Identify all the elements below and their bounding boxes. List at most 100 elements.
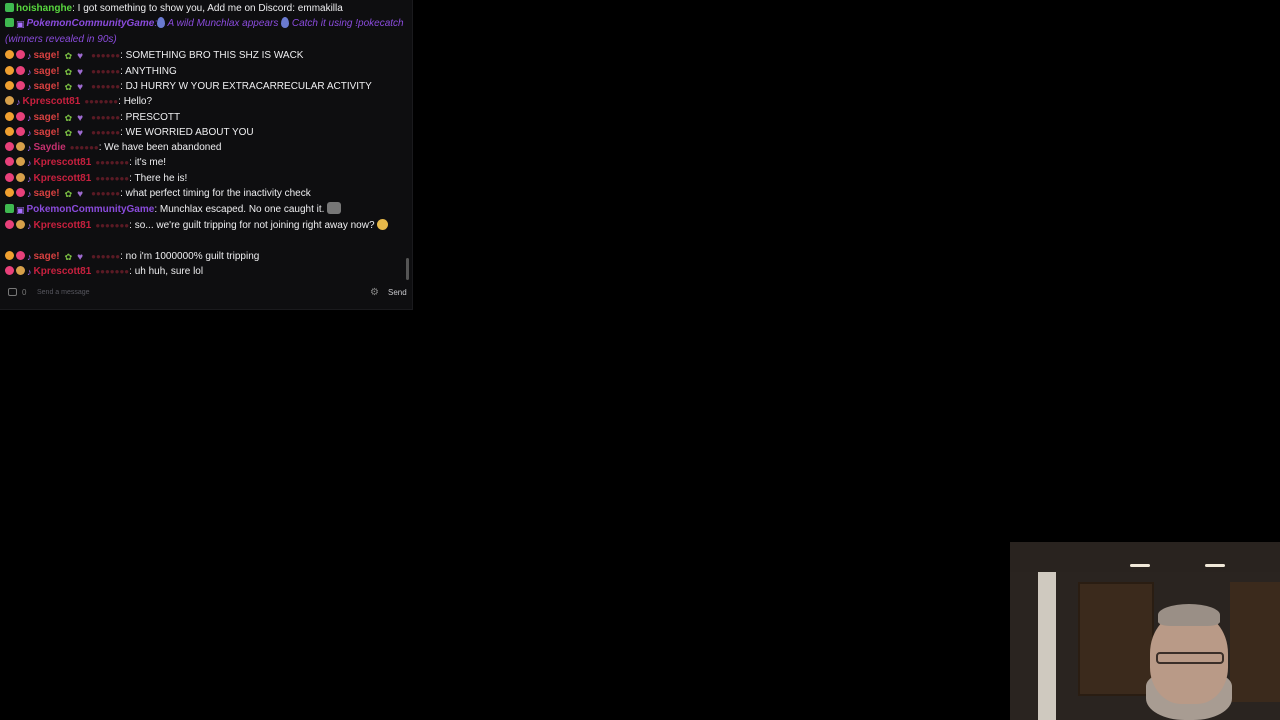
- heart-emote-icon: ♥: [77, 82, 84, 93]
- chat-username[interactable]: sage!: [34, 188, 60, 199]
- chat-username[interactable]: Kprescott81: [34, 173, 92, 184]
- ceiling-light: [1130, 564, 1150, 567]
- chat-username[interactable]: Kprescott81: [34, 220, 92, 231]
- webcam-cabinet: [1230, 582, 1280, 702]
- heart-emote-icon: ♥: [77, 67, 84, 78]
- chat-username[interactable]: sage!: [34, 127, 60, 138]
- chat-text: it's me!: [131, 157, 167, 168]
- tiktok-badge-icon: ♪: [27, 252, 32, 262]
- chat-username[interactable]: Kprescott81: [23, 96, 81, 107]
- pokeball-emote-icon: [157, 17, 166, 28]
- tiktok-badge-icon: ♪: [27, 158, 32, 168]
- sub-badge-icon: [16, 266, 25, 275]
- sub-badge-icon: [5, 112, 14, 121]
- tiktok-badge-icon: ♪: [27, 143, 32, 153]
- webcam-door: [1038, 572, 1056, 720]
- sprout-emote-icon: ✿: [64, 82, 73, 92]
- chat-username[interactable]: sage!: [34, 50, 60, 61]
- pronoun-tag: ●●●●●●: [91, 189, 121, 198]
- chat-message: ▣ PokemonCommunityGame: A wild Munchlax a…: [5, 17, 404, 45]
- chat-username[interactable]: Kprescott81: [34, 157, 92, 168]
- streamer-glasses: [1156, 652, 1224, 664]
- pronoun-tag: ●●●●●●: [91, 67, 121, 76]
- verified-badge-icon: [5, 204, 14, 213]
- bits-badge-icon: [5, 173, 14, 182]
- chat-text: no i'm 1000000% guilt tripping: [122, 251, 260, 262]
- chat-message: ♪ Kprescott81 ●●●●●●●: uh huh, sure lol: [0, 264, 404, 279]
- chat-message: ♪ Kprescott81 ●●●●●●●: Hello?: [0, 94, 404, 109]
- sprout-emote-icon: ✿: [64, 252, 73, 262]
- chat-text: PRESCOTT: [122, 112, 181, 123]
- chat-message: ♪ sage! ✿ ♥ ●●●●●●: DJ HURRY W YOUR EXTRACAR…: [0, 79, 404, 94]
- sub-badge-icon: [5, 81, 14, 90]
- webcam-feed: [1010, 542, 1280, 720]
- bits-badge-icon: [16, 50, 25, 59]
- sprout-emote-icon: ✿: [64, 113, 73, 123]
- chat-username[interactable]: Kprescott81: [34, 266, 92, 277]
- bits-badge-icon: [16, 112, 25, 121]
- streamer-hair: [1158, 604, 1220, 626]
- pronoun-tag: ●●●●●●: [91, 51, 121, 60]
- chat-username[interactable]: Saydie: [34, 142, 66, 153]
- send-button[interactable]: Send: [388, 288, 407, 297]
- chat-username[interactable]: sage!: [34, 112, 60, 123]
- sprout-emote-icon: ✿: [64, 128, 73, 138]
- chat-username[interactable]: sage!: [34, 66, 60, 77]
- chat-message-input[interactable]: Send a message: [37, 289, 357, 296]
- heart-emote-icon: ♥: [77, 113, 84, 124]
- munchlax-emote-icon: [327, 202, 342, 214]
- chat-text: what perfect timing for the inactivity c…: [122, 188, 311, 199]
- sub-badge-icon: [16, 142, 25, 151]
- pokeball-emote-icon: [281, 17, 290, 28]
- sub-badge-icon: [16, 157, 25, 166]
- chat-username[interactable]: sage!: [34, 81, 60, 92]
- chat-log[interactable]: hoishanghe: I got something to show you,…: [0, 0, 406, 284]
- chat-message: ♪ sage! ✿ ♥ ●●●●●●: SOMETHING BRO THIS SHZ I…: [0, 48, 404, 63]
- chat-message: ♪ sage! ✿ ♥ ●●●●●●: WE WORRIED ABOUT YOU: [0, 125, 404, 140]
- bits-badge-icon: [5, 142, 14, 151]
- tiktok-badge-icon: ♪: [27, 189, 32, 199]
- chat-message: hoishanghe: I got something to show you,…: [0, 1, 404, 16]
- chat-text: There he is!: [131, 173, 188, 184]
- tiktok-badge-icon: ♪: [27, 67, 32, 77]
- verified-badge-icon: [5, 3, 14, 12]
- chat-username[interactable]: PokemonCommunityGame: [27, 204, 155, 215]
- bits-badge-icon: [16, 251, 25, 260]
- gear-icon[interactable]: ⚙: [370, 288, 379, 298]
- pronoun-tag: ●●●●●●●: [84, 97, 119, 106]
- chat-message: ♪ sage! ✿ ♥ ●●●●●●: what perfect timing for …: [0, 186, 404, 201]
- pronoun-tag: ●●●●●●: [91, 82, 121, 91]
- chat-panel: hoishanghe: I got something to show you,…: [0, 0, 413, 310]
- chat-text: WE WORRIED ABOUT YOU: [122, 127, 254, 138]
- sub-badge-icon: [16, 220, 25, 229]
- chat-username[interactable]: sage!: [34, 251, 60, 262]
- pronoun-tag: ●●●●●●●: [95, 221, 130, 230]
- tiktok-badge-icon: ♪: [27, 267, 32, 277]
- channel-points-count[interactable]: 0: [22, 288, 26, 297]
- pronoun-tag: ●●●●●●●: [95, 174, 130, 183]
- chat-message: ▣ PokemonCommunityGame: Munchlax escaped.…: [0, 202, 404, 217]
- heart-emote-icon: ♥: [77, 51, 84, 62]
- webcam-ceiling: [1010, 542, 1280, 574]
- chat-text: DJ HURRY W YOUR EXTRACARRECULAR ACTIVITY: [122, 81, 372, 92]
- heart-emote-icon: ♥: [77, 128, 84, 139]
- chat-text: so... we're guilt tripping for not joini…: [131, 220, 375, 231]
- chat-input-bar: 0 Send a message ⚙ Send: [4, 286, 409, 302]
- chat-scrollbar[interactable]: [406, 258, 409, 280]
- bits-badge-icon: [16, 81, 25, 90]
- chat-bubble-icon[interactable]: [8, 288, 17, 296]
- chat-text: SOMETHING BRO THIS SHZ IS WACK: [122, 50, 304, 61]
- chat-message: ♪ Saydie ●●●●●●: We have been abandoned: [0, 140, 404, 155]
- bits-badge-icon: [5, 157, 14, 166]
- chat-message: ♪ sage! ✿ ♥ ●●●●●●: ANYTHING: [0, 64, 404, 79]
- sprout-emote-icon: ✿: [64, 51, 73, 61]
- chat-username[interactable]: PokemonCommunityGame: [27, 18, 155, 29]
- tiktok-badge-icon: ♪: [16, 97, 21, 107]
- chat-message: ♪ sage! ✿ ♥ ●●●●●●: PRESCOTT: [0, 110, 404, 125]
- tiktok-badge-icon: ♪: [27, 221, 32, 231]
- chat-text: We have been abandoned: [101, 142, 222, 153]
- bits-badge-icon: [5, 220, 14, 229]
- pronoun-tag: ●●●●●●: [91, 113, 121, 122]
- tiktok-badge-icon: ♪: [27, 51, 32, 61]
- chat-username[interactable]: hoishanghe: [16, 3, 72, 14]
